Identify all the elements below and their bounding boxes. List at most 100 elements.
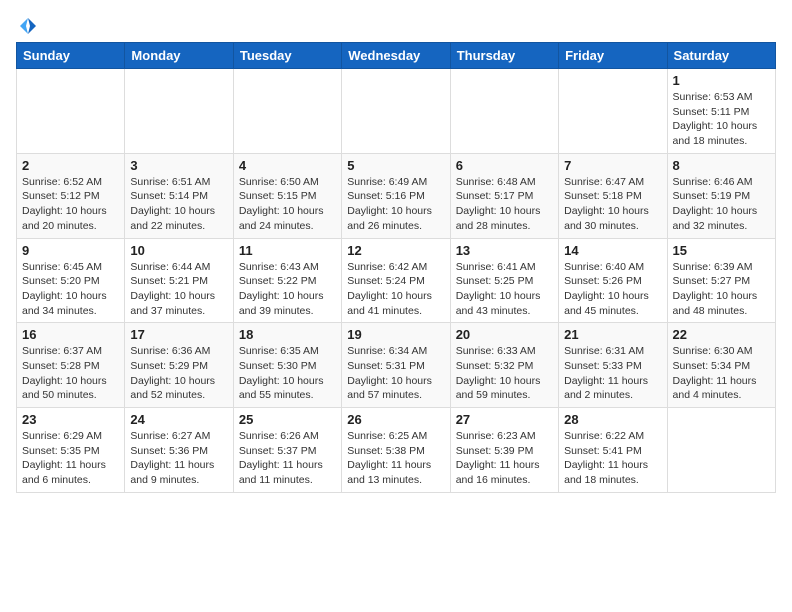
day-info: Sunrise: 6:36 AM Sunset: 5:29 PM Dayligh… <box>130 344 227 403</box>
logo <box>16 16 38 32</box>
weekday-header-row: SundayMondayTuesdayWednesdayThursdayFrid… <box>17 43 776 69</box>
weekday-monday: Monday <box>125 43 233 69</box>
day-number: 7 <box>564 158 661 173</box>
weekday-wednesday: Wednesday <box>342 43 450 69</box>
day-number: 8 <box>673 158 770 173</box>
day-number: 13 <box>456 243 553 258</box>
week-row-1: 1 Sunrise: 6:53 AM Sunset: 5:11 PM Daylig… <box>17 69 776 154</box>
day-info: Sunrise: 6:53 AM Sunset: 5:11 PM Dayligh… <box>673 90 770 149</box>
day-cell: 9Sunrise: 6:45 AM Sunset: 5:20 PM Daylig… <box>17 238 125 323</box>
day-cell: 8Sunrise: 6:46 AM Sunset: 5:19 PM Daylig… <box>667 153 775 238</box>
day-number: 16 <box>22 327 119 342</box>
day-cell: 10 Sunrise: 6:44 AM Sunset: 5:21 PM Dayli… <box>125 238 233 323</box>
day-number: 25 <box>239 412 336 427</box>
day-info: Sunrise: 6:39 AM Sunset: 5:27 PM Dayligh… <box>673 260 770 319</box>
day-number: 11 <box>239 243 336 258</box>
day-info: Sunrise: 6:48 AM Sunset: 5:17 PM Dayligh… <box>456 175 553 234</box>
weekday-friday: Friday <box>559 43 667 69</box>
page-header <box>16 16 776 32</box>
day-cell: 4 Sunrise: 6:50 AM Sunset: 5:15 PM Daylig… <box>233 153 341 238</box>
day-number: 6 <box>456 158 553 173</box>
day-cell: 27 Sunrise: 6:23 AM Sunset: 5:39 PM Dayli… <box>450 408 558 493</box>
day-cell <box>667 408 775 493</box>
day-cell: 22 Sunrise: 6:30 AM Sunset: 5:34 PM Dayli… <box>667 323 775 408</box>
day-number: 27 <box>456 412 553 427</box>
day-info: Sunrise: 6:30 AM Sunset: 5:34 PM Dayligh… <box>673 344 770 403</box>
day-number: 1 <box>673 73 770 88</box>
day-number: 22 <box>673 327 770 342</box>
day-cell: 7 Sunrise: 6:47 AM Sunset: 5:18 PM Daylig… <box>559 153 667 238</box>
day-info: Sunrise: 6:35 AM Sunset: 5:30 PM Dayligh… <box>239 344 336 403</box>
day-cell: 23 Sunrise: 6:29 AM Sunset: 5:35 PM Dayli… <box>17 408 125 493</box>
day-number: 14 <box>564 243 661 258</box>
weekday-thursday: Thursday <box>450 43 558 69</box>
day-info: Sunrise: 6:22 AM Sunset: 5:41 PM Dayligh… <box>564 429 661 488</box>
weekday-sunday: Sunday <box>17 43 125 69</box>
day-number: 24 <box>130 412 227 427</box>
day-cell: 12 Sunrise: 6:42 AM Sunset: 5:24 PM Dayli… <box>342 238 450 323</box>
day-number: 4 <box>239 158 336 173</box>
day-cell: 25Sunrise: 6:26 AM Sunset: 5:37 PM Dayli… <box>233 408 341 493</box>
day-cell <box>559 69 667 154</box>
day-cell: 13 Sunrise: 6:41 AM Sunset: 5:25 PM Dayli… <box>450 238 558 323</box>
day-info: Sunrise: 6:25 AM Sunset: 5:38 PM Dayligh… <box>347 429 444 488</box>
day-number: 18 <box>239 327 336 342</box>
day-cell <box>233 69 341 154</box>
logo-icon <box>18 16 38 36</box>
day-number: 12 <box>347 243 444 258</box>
day-cell <box>450 69 558 154</box>
day-number: 10 <box>130 243 227 258</box>
day-info: Sunrise: 6:34 AM Sunset: 5:31 PM Dayligh… <box>347 344 444 403</box>
day-cell: 14 Sunrise: 6:40 AM Sunset: 5:26 PM Dayli… <box>559 238 667 323</box>
week-row-2: 2 Sunrise: 6:52 AM Sunset: 5:12 PM Daylig… <box>17 153 776 238</box>
day-cell: 3 Sunrise: 6:51 AM Sunset: 5:14 PM Daylig… <box>125 153 233 238</box>
day-info: Sunrise: 6:49 AM Sunset: 5:16 PM Dayligh… <box>347 175 444 234</box>
day-number: 3 <box>130 158 227 173</box>
day-number: 17 <box>130 327 227 342</box>
day-number: 28 <box>564 412 661 427</box>
day-info: Sunrise: 6:41 AM Sunset: 5:25 PM Dayligh… <box>456 260 553 319</box>
day-number: 21 <box>564 327 661 342</box>
day-cell: 28 Sunrise: 6:22 AM Sunset: 5:41 PM Dayli… <box>559 408 667 493</box>
day-cell: 5 Sunrise: 6:49 AM Sunset: 5:16 PM Daylig… <box>342 153 450 238</box>
day-cell: 19Sunrise: 6:34 AM Sunset: 5:31 PM Dayli… <box>342 323 450 408</box>
day-info: Sunrise: 6:44 AM Sunset: 5:21 PM Dayligh… <box>130 260 227 319</box>
day-info: Sunrise: 6:47 AM Sunset: 5:18 PM Dayligh… <box>564 175 661 234</box>
day-number: 20 <box>456 327 553 342</box>
day-info: Sunrise: 6:52 AM Sunset: 5:12 PM Dayligh… <box>22 175 119 234</box>
day-cell: 15 Sunrise: 6:39 AM Sunset: 5:27 PM Dayli… <box>667 238 775 323</box>
day-info: Sunrise: 6:37 AM Sunset: 5:28 PM Dayligh… <box>22 344 119 403</box>
day-cell <box>125 69 233 154</box>
day-number: 15 <box>673 243 770 258</box>
weekday-saturday: Saturday <box>667 43 775 69</box>
day-info: Sunrise: 6:33 AM Sunset: 5:32 PM Dayligh… <box>456 344 553 403</box>
day-cell: 17 Sunrise: 6:36 AM Sunset: 5:29 PM Dayli… <box>125 323 233 408</box>
day-info: Sunrise: 6:50 AM Sunset: 5:15 PM Dayligh… <box>239 175 336 234</box>
week-row-4: 16 Sunrise: 6:37 AM Sunset: 5:28 PM Dayli… <box>17 323 776 408</box>
week-row-5: 23 Sunrise: 6:29 AM Sunset: 5:35 PM Dayli… <box>17 408 776 493</box>
week-row-3: 9Sunrise: 6:45 AM Sunset: 5:20 PM Daylig… <box>17 238 776 323</box>
day-cell: 2 Sunrise: 6:52 AM Sunset: 5:12 PM Daylig… <box>17 153 125 238</box>
day-cell: 6 Sunrise: 6:48 AM Sunset: 5:17 PM Daylig… <box>450 153 558 238</box>
day-info: Sunrise: 6:40 AM Sunset: 5:26 PM Dayligh… <box>564 260 661 319</box>
day-number: 2 <box>22 158 119 173</box>
day-number: 9 <box>22 243 119 258</box>
day-cell: 1 Sunrise: 6:53 AM Sunset: 5:11 PM Daylig… <box>667 69 775 154</box>
day-cell: 16 Sunrise: 6:37 AM Sunset: 5:28 PM Dayli… <box>17 323 125 408</box>
calendar-body: 1 Sunrise: 6:53 AM Sunset: 5:11 PM Daylig… <box>17 69 776 493</box>
day-cell: 18 Sunrise: 6:35 AM Sunset: 5:30 PM Dayli… <box>233 323 341 408</box>
day-info: Sunrise: 6:23 AM Sunset: 5:39 PM Dayligh… <box>456 429 553 488</box>
day-cell: 26 Sunrise: 6:25 AM Sunset: 5:38 PM Dayli… <box>342 408 450 493</box>
day-cell <box>17 69 125 154</box>
calendar-table: SundayMondayTuesdayWednesdayThursdayFrid… <box>16 42 776 493</box>
day-info: Sunrise: 6:51 AM Sunset: 5:14 PM Dayligh… <box>130 175 227 234</box>
day-info: Sunrise: 6:29 AM Sunset: 5:35 PM Dayligh… <box>22 429 119 488</box>
day-number: 5 <box>347 158 444 173</box>
day-number: 23 <box>22 412 119 427</box>
day-number: 26 <box>347 412 444 427</box>
day-info: Sunrise: 6:43 AM Sunset: 5:22 PM Dayligh… <box>239 260 336 319</box>
day-info: Sunrise: 6:27 AM Sunset: 5:36 PM Dayligh… <box>130 429 227 488</box>
day-cell: 20 Sunrise: 6:33 AM Sunset: 5:32 PM Dayli… <box>450 323 558 408</box>
day-info: Sunrise: 6:42 AM Sunset: 5:24 PM Dayligh… <box>347 260 444 319</box>
day-cell: 21Sunrise: 6:31 AM Sunset: 5:33 PM Dayli… <box>559 323 667 408</box>
